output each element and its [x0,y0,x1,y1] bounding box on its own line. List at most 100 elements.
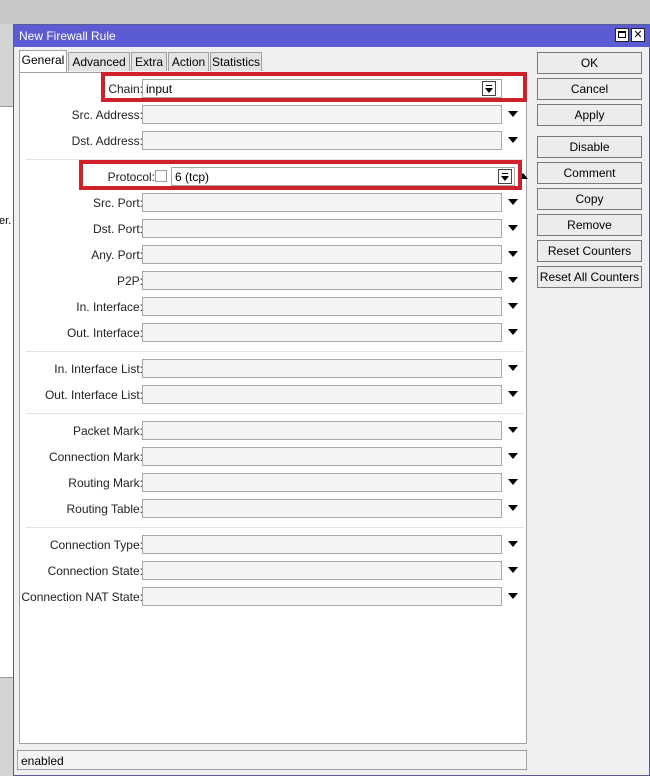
ok-button[interactable]: OK [537,52,642,74]
out-interface-list-label: Out. Interface List: [44,388,143,402]
dst-address-row: Dst. Address: [20,131,528,151]
connection-type-row: Connection Type: [20,535,528,555]
out-interface-row: Out. Interface: [20,323,528,343]
connection-nat-state-row: Connection NAT State: [20,587,528,607]
apply-button[interactable]: Apply [537,104,642,126]
chevron-down-icon[interactable] [508,137,518,143]
divider [26,351,524,352]
dst-port-label: Dst. Port: [92,222,143,236]
background-left-panel: er. [0,106,13,678]
out-interface-list-row: Out. Interface List: [20,385,528,405]
connection-state-row: Connection State: [20,561,528,581]
reset-counters-button[interactable]: Reset Counters [537,240,642,262]
chevron-down-icon[interactable] [508,365,518,371]
chevron-down-icon[interactable] [508,277,518,283]
packet-mark-field[interactable] [142,421,502,440]
chevron-down-icon[interactable] [508,199,518,205]
chevron-down-icon[interactable] [508,541,518,547]
chevron-down-icon[interactable] [508,111,518,117]
close-icon: ✕ [633,29,643,41]
any-port-field[interactable] [142,245,502,264]
chevron-down-icon[interactable] [508,567,518,573]
chevron-down-icon[interactable] [508,427,518,433]
in-interface-label: In. Interface: [76,300,143,314]
chevron-down-icon[interactable] [508,225,518,231]
routing-mark-label: Routing Mark: [68,476,143,490]
dst-address-label: Dst. Address: [71,134,143,148]
dst-port-field[interactable] [142,219,502,238]
status-bar: enabled [17,750,527,770]
title-bar[interactable]: New Firewall Rule ✕ [14,25,649,47]
connection-mark-label: Connection Mark: [48,450,143,464]
chevron-down-icon[interactable] [508,303,518,309]
chevron-down-icon[interactable] [508,329,518,335]
connection-type-field[interactable] [142,535,502,554]
routing-table-field[interactable] [142,499,502,518]
background-left-window: er. [0,24,13,776]
p2p-field[interactable] [142,271,502,290]
in-interface-list-label: In. Interface List: [54,362,143,376]
src-port-row: Src. Port: [20,193,528,213]
close-button[interactable]: ✕ [631,28,645,42]
tab-statistics[interactable]: Statistics [210,52,262,71]
dst-port-row: Dst. Port: [20,219,528,239]
src-address-label: Src. Address: [71,108,143,122]
src-address-field[interactable] [142,105,502,124]
chevron-down-icon[interactable] [508,593,518,599]
src-address-row: Src. Address: [20,105,528,125]
src-port-label: Src. Port: [92,196,143,210]
tab-general[interactable]: General [19,50,67,72]
routing-table-row: Routing Table: [20,499,528,519]
chevron-down-icon[interactable] [508,391,518,397]
tab-advanced[interactable]: Advanced [68,52,130,71]
in-interface-row: In. Interface: [20,297,528,317]
any-port-row: Any. Port: [20,245,528,265]
reset-all-counters-button[interactable]: Reset All Counters [537,266,642,288]
in-interface-list-row: In. Interface List: [20,359,528,379]
background-edge-text: er. [0,215,12,227]
out-interface-list-field[interactable] [142,385,502,404]
connection-state-field[interactable] [142,561,502,580]
out-interface-label: Out. Interface: [66,326,143,340]
routing-table-label: Routing Table: [66,502,144,516]
protocol-highlight-box [79,160,522,190]
p2p-row: P2P: [20,271,528,291]
divider [26,527,524,528]
copy-button[interactable]: Copy [537,188,642,210]
disable-button[interactable]: Disable [537,136,642,158]
routing-mark-field[interactable] [142,473,502,492]
maximize-icon [618,31,626,38]
maximize-button[interactable] [615,28,629,42]
connection-nat-state-label: Connection NAT State: [21,590,143,604]
connection-mark-row: Connection Mark: [20,447,528,467]
connection-mark-field[interactable] [142,447,502,466]
chevron-down-icon[interactable] [508,479,518,485]
packet-mark-row: Packet Mark: [20,421,528,441]
window-title: New Firewall Rule [19,29,116,43]
connection-state-label: Connection State: [47,564,143,578]
firewall-rule-dialog: New Firewall Rule ✕ General Advanced Ext… [13,24,650,776]
divider [26,413,524,414]
status-text: enabled [21,754,64,768]
chevron-down-icon[interactable] [508,453,518,459]
any-port-label: Any. Port: [91,248,143,262]
dst-address-field[interactable] [142,131,502,150]
p2p-label: P2P: [116,274,143,288]
tab-extra[interactable]: Extra [131,52,167,71]
connection-nat-state-field[interactable] [142,587,502,606]
background-window-area [0,0,650,24]
packet-mark-label: Packet Mark: [72,424,143,438]
chain-highlight-box [101,72,527,102]
cancel-button[interactable]: Cancel [537,78,642,100]
in-interface-list-field[interactable] [142,359,502,378]
out-interface-field[interactable] [142,323,502,342]
chevron-down-icon[interactable] [508,505,518,511]
routing-mark-row: Routing Mark: [20,473,528,493]
in-interface-field[interactable] [142,297,502,316]
connection-type-label: Connection Type: [49,538,143,552]
remove-button[interactable]: Remove [537,214,642,236]
src-port-field[interactable] [142,193,502,212]
tab-action[interactable]: Action [168,52,209,71]
chevron-down-icon[interactable] [508,251,518,257]
comment-button[interactable]: Comment [537,162,642,184]
